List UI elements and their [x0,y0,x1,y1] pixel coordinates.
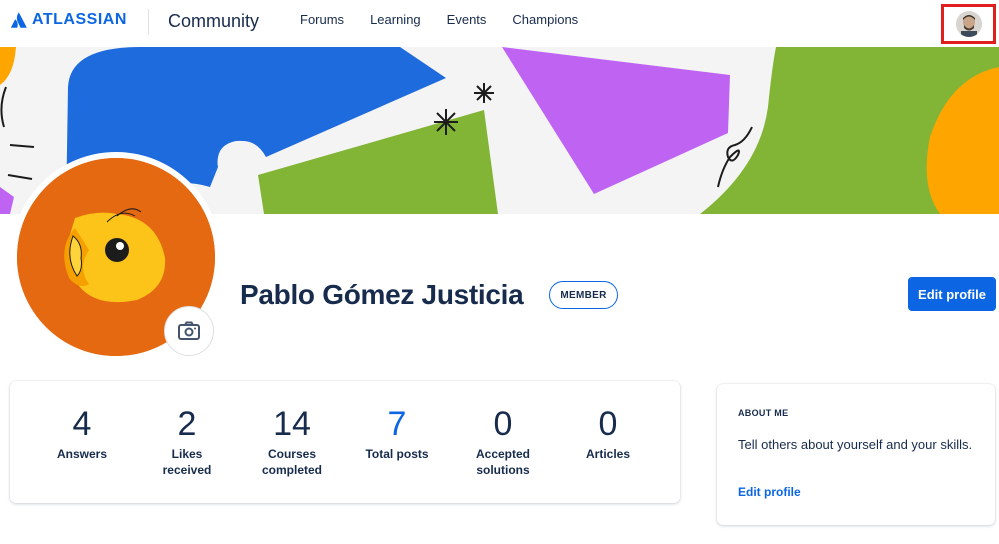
main-nav: Forums Learning Events Champions [300,12,604,27]
nav-forums[interactable]: Forums [300,12,344,27]
atlassian-logo[interactable]: ATLASSIAN [11,11,127,29]
member-badge: MEMBER [549,281,618,309]
stat-label: Answers [56,447,108,461]
stat-label: Articles [585,447,631,461]
edit-profile-button[interactable]: Edit profile [908,277,996,311]
stat-value: 2 [177,405,197,443]
stat-label: Accepted solutions [475,447,531,477]
community-title[interactable]: Community [168,11,259,32]
atlassian-wordmark: ATLASSIAN [32,11,127,28]
nav-events[interactable]: Events [447,12,487,27]
stat-value: 7 [387,405,407,443]
change-photo-button[interactable] [164,306,214,356]
stat-value: 4 [72,405,92,443]
about-me-card: ABOUT ME Tell others about yourself and … [717,384,995,525]
profile-name: Pablo Gómez Justicia [240,279,524,310]
nav-learning[interactable]: Learning [370,12,421,27]
stat-label: Likes received [162,447,212,477]
stat-value: 0 [493,405,513,443]
stat-label: Courses completed [261,447,322,477]
brand-divider [148,9,149,35]
stat-value: 0 [598,405,618,443]
stat-label: Total posts [365,447,429,461]
stat-value: 14 [273,405,311,443]
nav-champions[interactable]: Champions [512,12,578,27]
top-navigation: ATLASSIAN Community Forums Learning Even… [0,0,999,47]
stats-card: 4 Answers 2 Likes received 14 Courses co… [10,381,680,503]
about-me-text: Tell others about yourself and your skil… [738,437,973,452]
camera-icon [178,321,200,340]
user-avatar-button[interactable] [941,4,996,44]
user-avatar-icon [955,11,982,37]
about-me-title: ABOUT ME [738,408,789,418]
atlassian-mark-icon [11,12,27,28]
about-edit-profile-link[interactable]: Edit profile [738,485,801,499]
